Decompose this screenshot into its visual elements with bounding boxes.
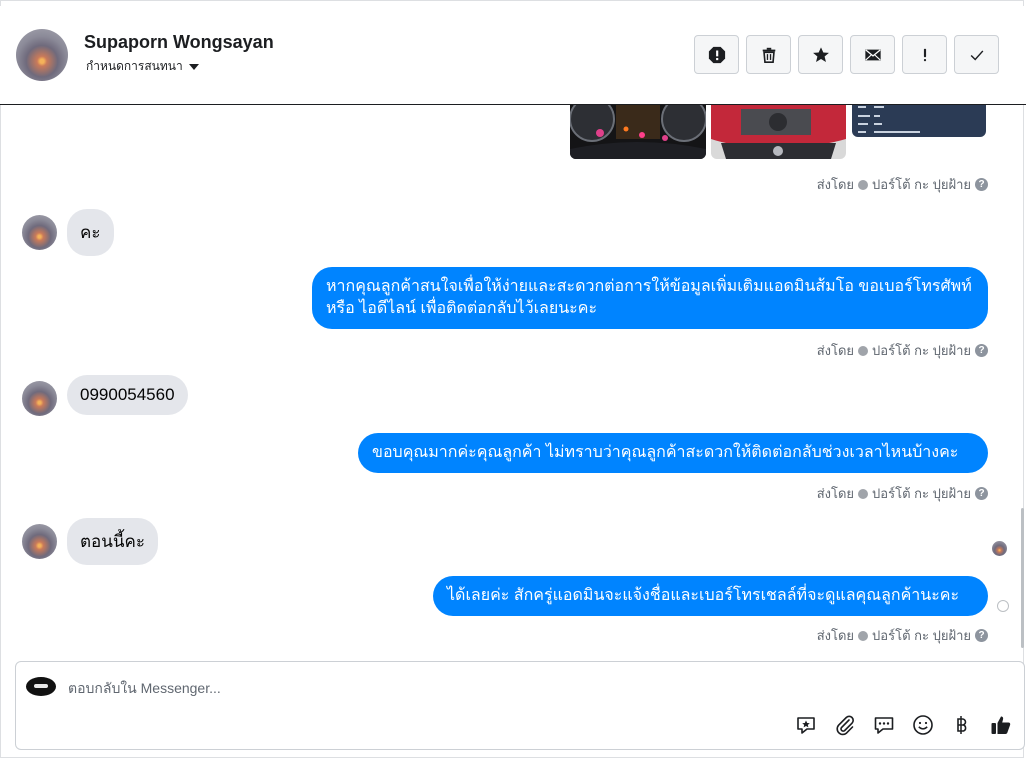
check-icon [970, 49, 983, 61]
contact-avatar-small[interactable] [22, 381, 57, 416]
baht-icon[interactable] [951, 714, 973, 736]
assign-conversation-dropdown[interactable]: กำหนดการสนทนา [86, 57, 199, 76]
mark-unread-button[interactable] [850, 35, 895, 74]
composer-tools [795, 714, 1012, 736]
outgoing-message[interactable]: ได้เลยค่ะ สักครู่แอดมินจะแจ้งชื่อและเบอร… [433, 576, 988, 616]
help-icon[interactable]: ? [975, 344, 988, 357]
sent-by-text: ส่งโดย [816, 177, 855, 192]
contact-avatar-small[interactable] [22, 524, 57, 559]
seen-avatar [992, 541, 1007, 556]
attachment-image-engine[interactable] [711, 105, 846, 159]
verified-icon [858, 179, 869, 190]
help-icon[interactable]: ? [975, 178, 988, 191]
incoming-message[interactable]: คะ [67, 209, 114, 256]
conversation-header: Supaporn Wongsayan กำหนดการสนทนา [0, 6, 1026, 105]
sticker-icon[interactable] [795, 714, 817, 736]
reply-composer: ตอบกลับใน Messenger... [15, 661, 1025, 750]
help-icon[interactable]: ? [975, 487, 988, 500]
star-button[interactable] [798, 35, 843, 74]
sent-by-text: ส่งโดย [816, 486, 855, 501]
page-avatar [26, 677, 56, 696]
sender-name: ปอร์โต้ กะ ปุยฝ้าย [872, 628, 971, 643]
verified-icon [858, 630, 869, 641]
outgoing-message[interactable]: ขอบคุณมากค่ะคุณลูกค้า ไม่ทราบว่าคุณลูกค้… [358, 433, 988, 473]
mark-done-button[interactable] [954, 35, 999, 74]
reply-input[interactable]: ตอบกลับใน Messenger... [68, 678, 221, 700]
thread-scrollbar[interactable] [1021, 508, 1024, 648]
sender-name: ปอร์โต้ กะ ปุยฝ้าย [872, 486, 971, 501]
caret-down-icon [188, 63, 199, 70]
exclamation-icon [923, 48, 926, 61]
delete-button[interactable] [746, 35, 791, 74]
saved-reply-icon[interactable] [873, 714, 895, 736]
incoming-message[interactable]: ตอนนี้คะ [67, 518, 158, 565]
follow-up-button[interactable] [902, 35, 947, 74]
spam-icon [708, 46, 725, 63]
contact-name[interactable]: Supaporn Wongsayan [84, 32, 274, 53]
like-icon[interactable] [990, 714, 1012, 736]
assign-label: กำหนดการสนทนา [86, 59, 183, 73]
help-icon[interactable]: ? [975, 629, 988, 642]
verified-icon [858, 488, 869, 499]
trash-icon [762, 47, 775, 63]
sent-by-text: ส่งโดย [816, 343, 855, 358]
sender-name: ปอร์โต้ กะ ปุยฝ้าย [872, 177, 971, 192]
sender-name: ปอร์โต้ กะ ปุยฝ้าย [872, 343, 971, 358]
emoji-icon[interactable] [912, 714, 934, 736]
contact-avatar[interactable] [16, 29, 68, 81]
header-actions [694, 35, 999, 74]
sent-by-row: ส่งโดย ปอร์โต้ กะ ปุยฝ้าย ? [817, 483, 988, 504]
star-icon [812, 46, 829, 62]
attachment-image-document[interactable] [852, 105, 986, 137]
message-thread[interactable]: ส่งโดย ปอร์โต้ กะ ปุยฝ้าย ? คะ หากคุณลูก… [0, 105, 1024, 655]
attachment-icon[interactable] [834, 714, 856, 736]
sent-by-row: ส่งโดย ปอร์โต้ กะ ปุยฝ้าย ? [817, 625, 988, 646]
sent-by-row: ส่งโดย ปอร์โต้ กะ ปุยฝ้าย ? [817, 174, 988, 195]
verified-icon [858, 345, 869, 356]
delivered-icon [997, 600, 1009, 612]
envelope-icon [864, 49, 881, 60]
sent-by-text: ส่งโดย [816, 628, 855, 643]
mark-spam-button[interactable] [694, 35, 739, 74]
outgoing-message[interactable]: หากคุณลูกค้าสนใจเพื่อให้ง่ายและสะดวกต่อก… [312, 267, 988, 329]
incoming-message[interactable]: 0990054560 [67, 375, 188, 415]
contact-avatar-small[interactable] [22, 215, 57, 250]
attachment-image-dashboard[interactable] [570, 105, 706, 159]
sent-by-row: ส่งโดย ปอร์โต้ กะ ปุยฝ้าย ? [817, 340, 988, 361]
